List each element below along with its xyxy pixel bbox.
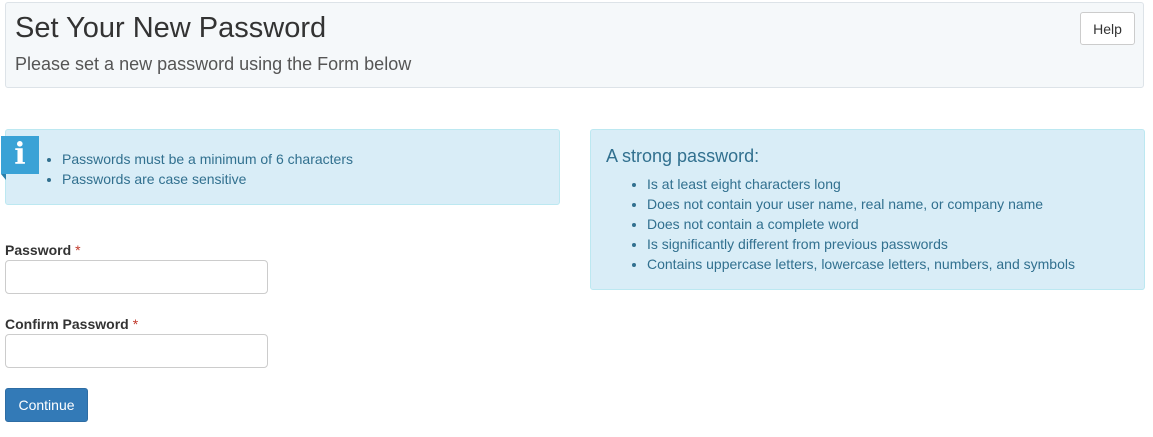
continue-button[interactable]: Continue xyxy=(5,388,88,422)
help-button[interactable]: Help xyxy=(1080,12,1135,45)
strong-password-panel: A strong password: Is at least eight cha… xyxy=(590,129,1145,290)
list-item: Does not contain your user name, real na… xyxy=(647,194,1075,214)
confirm-password-label: Confirm Password * xyxy=(5,316,138,332)
confirm-password-label-text: Confirm Password xyxy=(5,316,129,332)
password-input[interactable] xyxy=(5,260,268,294)
page-subtitle: Please set a new password using the Form… xyxy=(15,54,412,74)
password-rules-alert: i Passwords must be a minimum of 6 chara… xyxy=(1,129,560,205)
info-icon: i xyxy=(1,136,39,180)
password-label: Password * xyxy=(5,242,81,258)
list-item: Does not contain a complete word xyxy=(647,214,1075,234)
password-rules-list: Passwords must be a minimum of 6 charact… xyxy=(62,149,353,189)
confirm-password-input[interactable] xyxy=(5,334,268,368)
list-item: Passwords must be a minimum of 6 charact… xyxy=(62,149,353,169)
list-item: Is at least eight characters long xyxy=(647,174,1075,194)
list-item: Passwords are case sensitive xyxy=(62,169,353,189)
required-marker: * xyxy=(132,316,139,332)
list-item: Contains uppercase letters, lowercase le… xyxy=(647,254,1075,274)
list-item: Is significantly different from previous… xyxy=(647,234,1075,254)
strong-password-list: Is at least eight characters long Does n… xyxy=(647,174,1075,274)
page-header: Set Your New Password Please set a new p… xyxy=(5,2,1144,88)
strong-password-title: A strong password: xyxy=(606,146,760,166)
password-label-text: Password xyxy=(5,242,72,258)
page-title: Set Your New Password xyxy=(15,12,327,44)
required-marker: * xyxy=(75,242,81,258)
